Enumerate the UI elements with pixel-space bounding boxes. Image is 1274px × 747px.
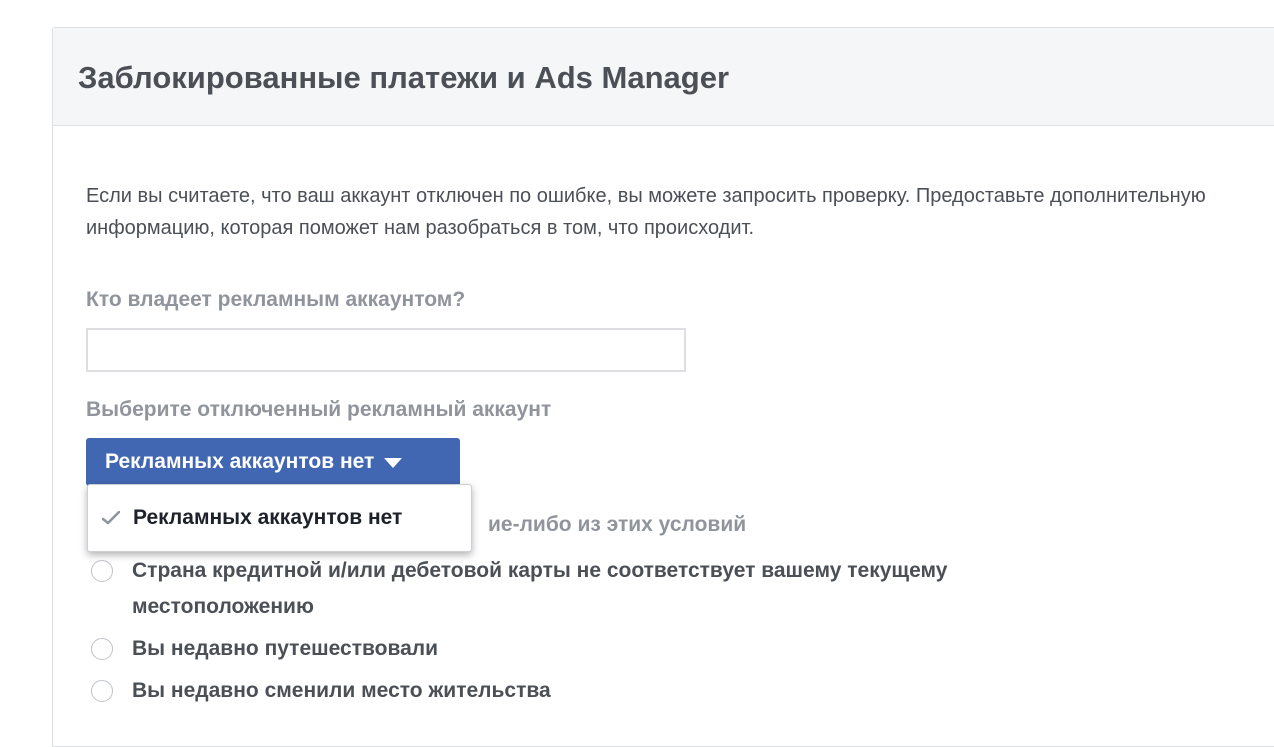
caret-down-icon: [384, 458, 403, 468]
radio-button[interactable]: [91, 680, 113, 702]
condition-option-recent-travel[interactable]: Вы недавно путешествовали: [91, 636, 438, 667]
menu-item-label: Рекламных аккаунтов нет: [133, 506, 403, 529]
conditions-label-text: ие-либо из этих условий: [488, 513, 747, 536]
condition-option-label: Вы недавно сменили место жительства: [132, 679, 551, 702]
account-select-value: Рекламных аккаунтов нет: [105, 450, 375, 473]
owner-input[interactable]: [86, 328, 686, 372]
menu-item-no-accounts[interactable]: Рекламных аккаунтов нет: [88, 485, 471, 551]
radio-button[interactable]: [91, 638, 113, 660]
condition-option-label: Вы недавно путешествовали: [132, 637, 439, 660]
page-title: Заблокированные платежи и Ads Manager: [78, 60, 730, 95]
card-header: Заблокированные платежи и Ads Manager: [53, 28, 1274, 126]
owner-field-label: Кто владеет рекламным аккаунтом?: [86, 288, 466, 311]
account-select-label: Выберите отключенный рекламный аккаунт: [86, 398, 552, 421]
condition-option-label: Страна кредитной и/или дебетовой карты н…: [132, 559, 948, 618]
intro-text: Если вы считаете, что ваш аккаунт отключ…: [86, 185, 1206, 239]
condition-option-moved[interactable]: Вы недавно сменили место жительства: [91, 678, 551, 709]
condition-option-card-country[interactable]: Страна кредитной и/или дебетовой карты н…: [91, 558, 1092, 625]
radio-button[interactable]: [91, 560, 113, 582]
blocked-payments-card: Заблокированные платежи и Ads Manager Ес…: [52, 27, 1274, 747]
account-select-menu: Рекламных аккаунтов нет: [87, 484, 472, 552]
account-select-button[interactable]: Рекламных аккаунтов нет: [86, 438, 460, 486]
checkmark-icon: [102, 511, 120, 525]
